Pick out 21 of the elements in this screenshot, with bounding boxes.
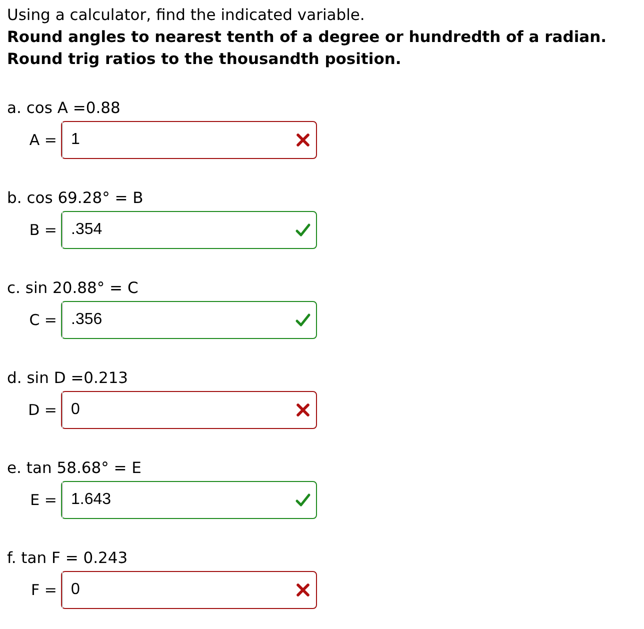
question-text: b. cos 69.28° = B	[7, 188, 144, 209]
variable-label: F =	[30, 581, 57, 599]
answer-field[interactable]: .354	[61, 211, 317, 249]
instruction-text: Round angles to nearest tenth of a degree or hundredth of a radian.	[7, 27, 608, 48]
question-text: c. sin 20.88° = C	[7, 278, 138, 299]
question-text: a. cos A =0.88	[7, 98, 120, 119]
answer-field[interactable]: 1	[61, 121, 317, 159]
question-text: d. sin D =0.213	[7, 368, 128, 389]
answer-field[interactable]: 0	[61, 571, 317, 609]
answer-field[interactable]: 0	[61, 391, 317, 429]
variable-label: D =	[27, 401, 57, 419]
variable-label: B =	[28, 221, 57, 239]
answer-field[interactable]: 1.643	[61, 481, 317, 519]
instruction-text: Using a calculator, find the indicated variable.	[7, 5, 366, 26]
question-text: e. tan 58.68° = E	[7, 458, 142, 479]
variable-label: E =	[29, 491, 57, 509]
instruction-text: Round trig ratios to the thousandth position.	[7, 49, 402, 70]
question-text: f. tan F = 0.243	[7, 548, 128, 569]
variable-label: C =	[28, 311, 57, 329]
answer-field[interactable]: .356	[61, 301, 317, 339]
variable-label: A =	[28, 131, 57, 149]
